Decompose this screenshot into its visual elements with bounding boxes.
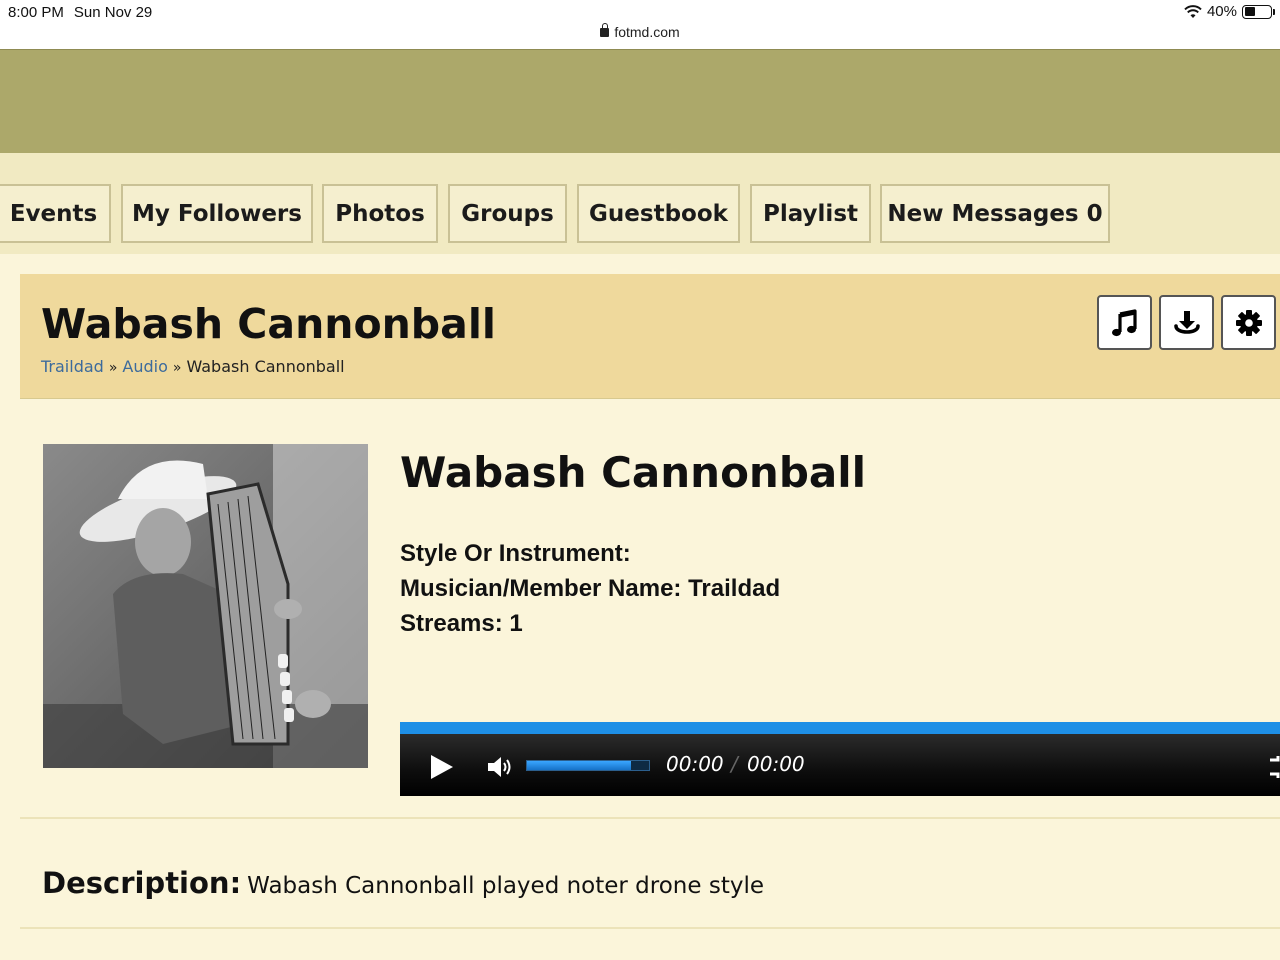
- url-text: fotmd.com: [614, 24, 680, 40]
- section-divider: [20, 927, 1280, 929]
- cover-photo-image: [43, 444, 368, 768]
- duration: 00:00: [747, 752, 805, 776]
- meta-style-row: Style Or Instrument:: [400, 540, 631, 568]
- volume-slider[interactable]: [526, 760, 650, 771]
- page-header: Wabash Cannonball Traildad» Audio» Wabash …: [20, 274, 1280, 399]
- ios-status-bar: 8:00 PM Sun Nov 29 40% fotmd.com: [0, 0, 1280, 49]
- style-label: Style Or Instrument:: [400, 540, 631, 567]
- section-divider: [20, 817, 1280, 819]
- settings-button[interactable]: [1221, 295, 1276, 350]
- audio-cover-photo: [43, 444, 368, 768]
- breadcrumb-audio-link[interactable]: Audio: [122, 357, 167, 376]
- audio-player: 00:00 / 00:00: [400, 722, 1280, 796]
- current-time: 00:00: [666, 752, 724, 776]
- nav-new-messages[interactable]: New Messages 0: [880, 184, 1110, 243]
- nav-guestbook[interactable]: Guestbook: [577, 184, 740, 243]
- musician-label: Musician/Member Name:: [400, 575, 682, 602]
- volume-fill: [527, 761, 631, 770]
- nav-my-followers[interactable]: My Followers: [121, 184, 313, 243]
- battery-percent: 40%: [1206, 3, 1237, 20]
- status-clock: 8:00 PM: [8, 4, 64, 21]
- lock-icon: [600, 23, 610, 37]
- battery-icon: [1242, 4, 1275, 19]
- fullscreen-icon[interactable]: [1268, 754, 1280, 780]
- breadcrumb-current: Wabash Cannonball: [186, 357, 345, 376]
- profile-nav: Events My Followers Photos Groups Guestb…: [0, 153, 1280, 254]
- download-button[interactable]: [1159, 295, 1214, 350]
- address-bar[interactable]: fotmd.com: [0, 23, 1280, 40]
- breadcrumb: Traildad» Audio» Wabash Cannonball: [41, 357, 345, 376]
- audio-title: Wabash Cannonball: [400, 448, 867, 497]
- nav-photos[interactable]: Photos: [322, 184, 438, 243]
- page-title: Wabash Cannonball: [41, 300, 496, 348]
- status-date: Sun Nov 29: [73, 4, 153, 21]
- play-icon[interactable]: [428, 753, 456, 781]
- description: Description: Wabash Cannonball played not…: [42, 866, 764, 900]
- site-banner: [0, 49, 1280, 153]
- meta-streams-row: Streams: 1: [400, 610, 523, 638]
- breadcrumb-user-link[interactable]: Traildad: [41, 357, 104, 376]
- battery-fill: [1244, 7, 1255, 16]
- wifi-icon: [1184, 4, 1202, 18]
- playlist-add-button[interactable]: [1097, 295, 1152, 350]
- description-label: Description:: [42, 866, 242, 900]
- streams-label: Streams:: [400, 610, 503, 637]
- breadcrumb-separator: »: [108, 360, 118, 376]
- gear-icon: [1235, 309, 1262, 336]
- status-time: 8:00 PM Sun Nov 29: [8, 4, 152, 21]
- nav-playlist[interactable]: Playlist: [750, 184, 871, 243]
- volume-icon[interactable]: [486, 754, 516, 780]
- meta-musician-row: Musician/Member Name: Traildad: [400, 575, 780, 603]
- status-right: 40%: [1184, 3, 1275, 20]
- nav-events[interactable]: Events: [0, 184, 111, 243]
- download-icon: [1173, 310, 1200, 334]
- musician-value[interactable]: Traildad: [688, 575, 780, 602]
- music-note-icon: [1111, 308, 1137, 336]
- time-separator: /: [731, 752, 738, 776]
- description-text: Wabash Cannonball played noter drone sty…: [247, 873, 764, 899]
- streams-value: 1: [509, 610, 523, 637]
- nav-groups[interactable]: Groups: [448, 184, 567, 243]
- breadcrumb-separator: »: [172, 360, 182, 376]
